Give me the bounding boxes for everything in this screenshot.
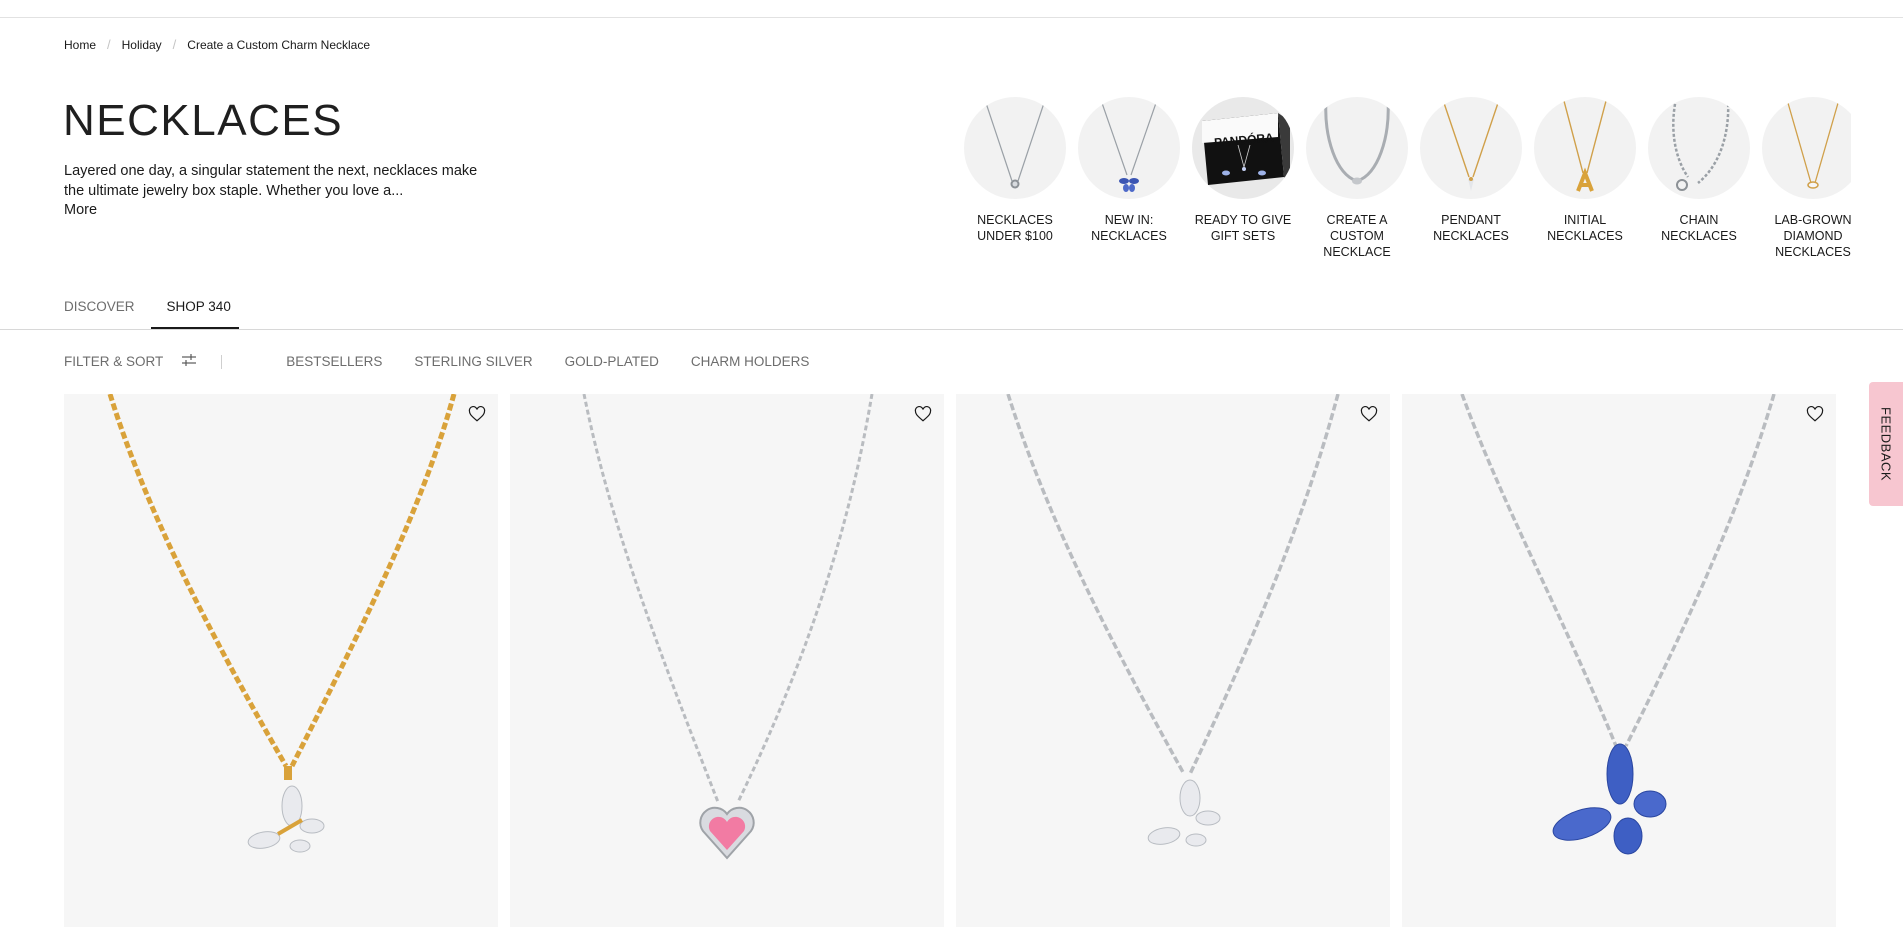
chip-bestsellers[interactable]: BESTSELLERS (286, 354, 382, 369)
breadcrumb-separator: / (172, 37, 177, 52)
category-chain-necklaces[interactable]: CHAIN NECKLACES (1642, 97, 1756, 267)
heart-icon[interactable] (914, 405, 932, 423)
category-ready-to-give-gift-sets[interactable]: PANDÓRA READY TO GIVE GIFT SETS (1186, 97, 1300, 267)
category-label: CHAIN NECKLACES (1661, 213, 1737, 243)
view-tabs: DISCOVER SHOP 340 (64, 299, 263, 329)
category-pendant-necklaces[interactable]: PENDANT NECKLACES (1414, 97, 1528, 267)
category-image (964, 97, 1066, 199)
page-title: NECKLACES (63, 96, 344, 145)
category-label: LAB-GROWN DIAMOND NECKLACES (1774, 213, 1851, 259)
category-lab-grown-diamond-necklaces[interactable]: LAB-GROWN DIAMOND NECKLACES (1756, 97, 1851, 267)
breadcrumb-holiday[interactable]: Holiday (122, 38, 162, 52)
category-carousel: NECKLACES UNDER $100 NEW IN: NECKLACES P… (958, 97, 1851, 267)
filter-divider (221, 354, 223, 369)
product-image (1460, 394, 1776, 855)
more-link[interactable]: More (64, 202, 97, 218)
heart-icon[interactable] (1806, 405, 1824, 423)
category-label: INITIAL NECKLACES (1547, 213, 1623, 243)
category-image (1648, 97, 1750, 199)
product-image (582, 394, 874, 860)
product-card[interactable] (1402, 394, 1836, 927)
chip-sterling-silver[interactable]: STERLING SILVER (414, 354, 532, 369)
heart-icon[interactable] (1360, 405, 1378, 423)
tabs-divider (0, 329, 1903, 330)
product-card[interactable] (64, 394, 498, 927)
header-divider (0, 17, 1903, 18)
heart-icon[interactable] (468, 405, 486, 423)
breadcrumb-separator: / (107, 37, 111, 52)
breadcrumb-current[interactable]: Create a Custom Charm Necklace (187, 38, 370, 52)
product-grid (64, 394, 1836, 927)
filter-bar: FILTER & SORT BESTSELLERS STERLING SILVE… (64, 353, 841, 370)
product-card[interactable] (510, 394, 944, 927)
category-image: PANDÓRA (1192, 97, 1294, 199)
shop-count: 340 (208, 299, 231, 314)
category-label: CREATE A CUSTOM NECKLACE (1323, 213, 1391, 259)
category-initial-necklaces[interactable]: INITIAL NECKLACES (1528, 97, 1642, 267)
category-label: NECKLACES UNDER $100 (977, 213, 1053, 243)
filter-sort-button[interactable]: FILTER & SORT (64, 353, 197, 370)
category-necklaces-under-100[interactable]: NECKLACES UNDER $100 (958, 97, 1072, 267)
product-image (1006, 394, 1340, 847)
category-new-in-necklaces[interactable]: NEW IN: NECKLACES (1072, 97, 1186, 267)
category-image (1420, 97, 1522, 199)
category-description: Layered one day, a singular statement th… (64, 163, 478, 199)
product-image (107, 394, 457, 853)
product-card[interactable] (956, 394, 1390, 927)
chip-gold-plated[interactable]: GOLD-PLATED (565, 354, 659, 369)
breadcrumb-home[interactable]: Home (64, 38, 96, 52)
sliders-icon (181, 353, 197, 370)
category-label: READY TO GIVE GIFT SETS (1194, 213, 1292, 243)
category-image (1534, 97, 1636, 199)
feedback-tab[interactable]: FEEDBACK (1869, 382, 1903, 506)
category-image (1306, 97, 1408, 199)
tab-discover[interactable]: DISCOVER (64, 299, 135, 328)
category-create-a-custom-necklace[interactable]: CREATE A CUSTOM NECKLACE (1300, 97, 1414, 267)
category-label: NEW IN: NECKLACES (1091, 213, 1167, 243)
chip-charm-holders[interactable]: CHARM HOLDERS (691, 354, 810, 369)
breadcrumb: Home / Holiday / Create a Custom Charm N… (64, 37, 370, 52)
category-image (1762, 97, 1851, 199)
tab-shop[interactable]: SHOP 340 (150, 299, 240, 329)
category-label: PENDANT NECKLACES (1433, 213, 1509, 243)
category-image (1078, 97, 1180, 199)
